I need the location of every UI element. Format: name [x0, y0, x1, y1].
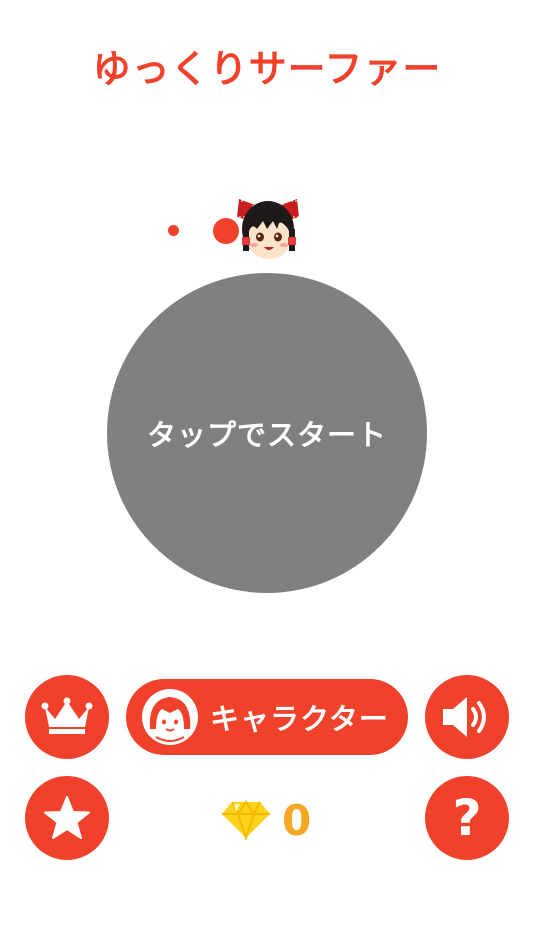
tap-to-start-label: タップでスタート — [146, 418, 387, 452]
yukkuri-character-sprite — [236, 199, 300, 259]
game-title: ゆっくりサーファー — [92, 47, 442, 91]
character-select-button[interactable]: キャラクター — [126, 679, 408, 755]
trail-dot-small — [168, 225, 179, 236]
question-mark-icon: ? — [452, 789, 482, 847]
speaker-icon — [443, 697, 486, 737]
gem-count: 0 — [282, 795, 312, 845]
tap-to-start-button[interactable]: タップでスタート — [107, 273, 427, 593]
help-button[interactable]: ? — [425, 776, 509, 860]
character-button-label: キャラクター — [210, 702, 389, 736]
sound-toggle-button[interactable] — [425, 675, 509, 759]
review-star-button[interactable] — [25, 776, 109, 860]
star-icon — [44, 796, 90, 839]
diamond-icon — [222, 800, 270, 840]
gem-counter: 0 — [220, 795, 311, 845]
ranking-button[interactable] — [25, 675, 109, 759]
girl-avatar-icon — [142, 689, 198, 745]
crown-icon — [41, 697, 93, 734]
